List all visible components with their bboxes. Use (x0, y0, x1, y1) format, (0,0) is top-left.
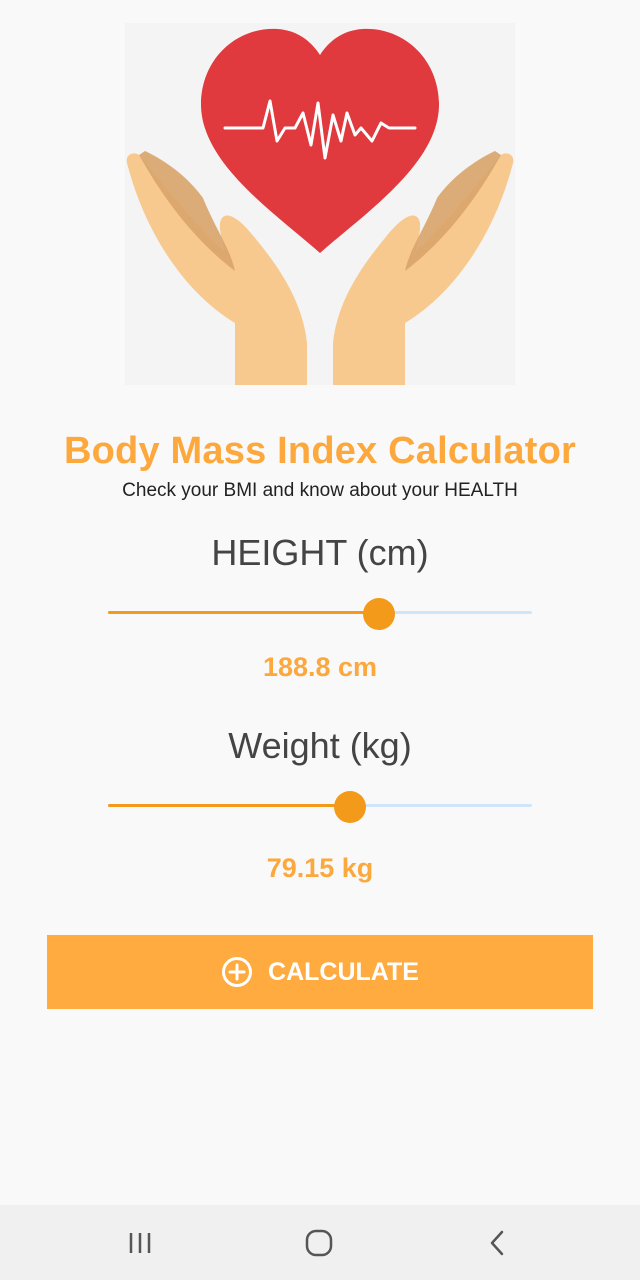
back-icon (490, 1230, 504, 1256)
recent-apps-button[interactable] (120, 1223, 160, 1263)
app-subtitle: Check your BMI and know about your HEALT… (122, 480, 518, 501)
app-title: Body Mass Index Calculator (63, 430, 576, 472)
weight-slider-thumb[interactable] (333, 791, 366, 823)
height-slider-fill (108, 611, 380, 614)
calculate-button[interactable]: CALCULATE (47, 935, 593, 1009)
back-button[interactable] (478, 1223, 518, 1263)
home-button[interactable] (299, 1223, 339, 1263)
height-label: HEIGHT (cm) (211, 532, 429, 573)
calculate-button-label: CALCULATE (268, 957, 419, 986)
weight-slider[interactable] (108, 791, 532, 823)
hero-illustration (125, 23, 515, 385)
recent-apps-icon (129, 1233, 151, 1253)
plus-circle-icon (222, 957, 253, 987)
height-value: 188.8 cm (262, 652, 378, 682)
system-nav-bar (0, 1205, 640, 1280)
weight-value: 79.15 kg (266, 853, 374, 883)
height-slider-thumb[interactable] (363, 598, 396, 630)
weight-slider-fill (108, 804, 350, 807)
heart-hands-icon (126, 28, 514, 385)
height-slider[interactable] (108, 598, 532, 630)
home-icon (305, 1229, 333, 1257)
weight-label: Weight (kg) (228, 725, 412, 766)
